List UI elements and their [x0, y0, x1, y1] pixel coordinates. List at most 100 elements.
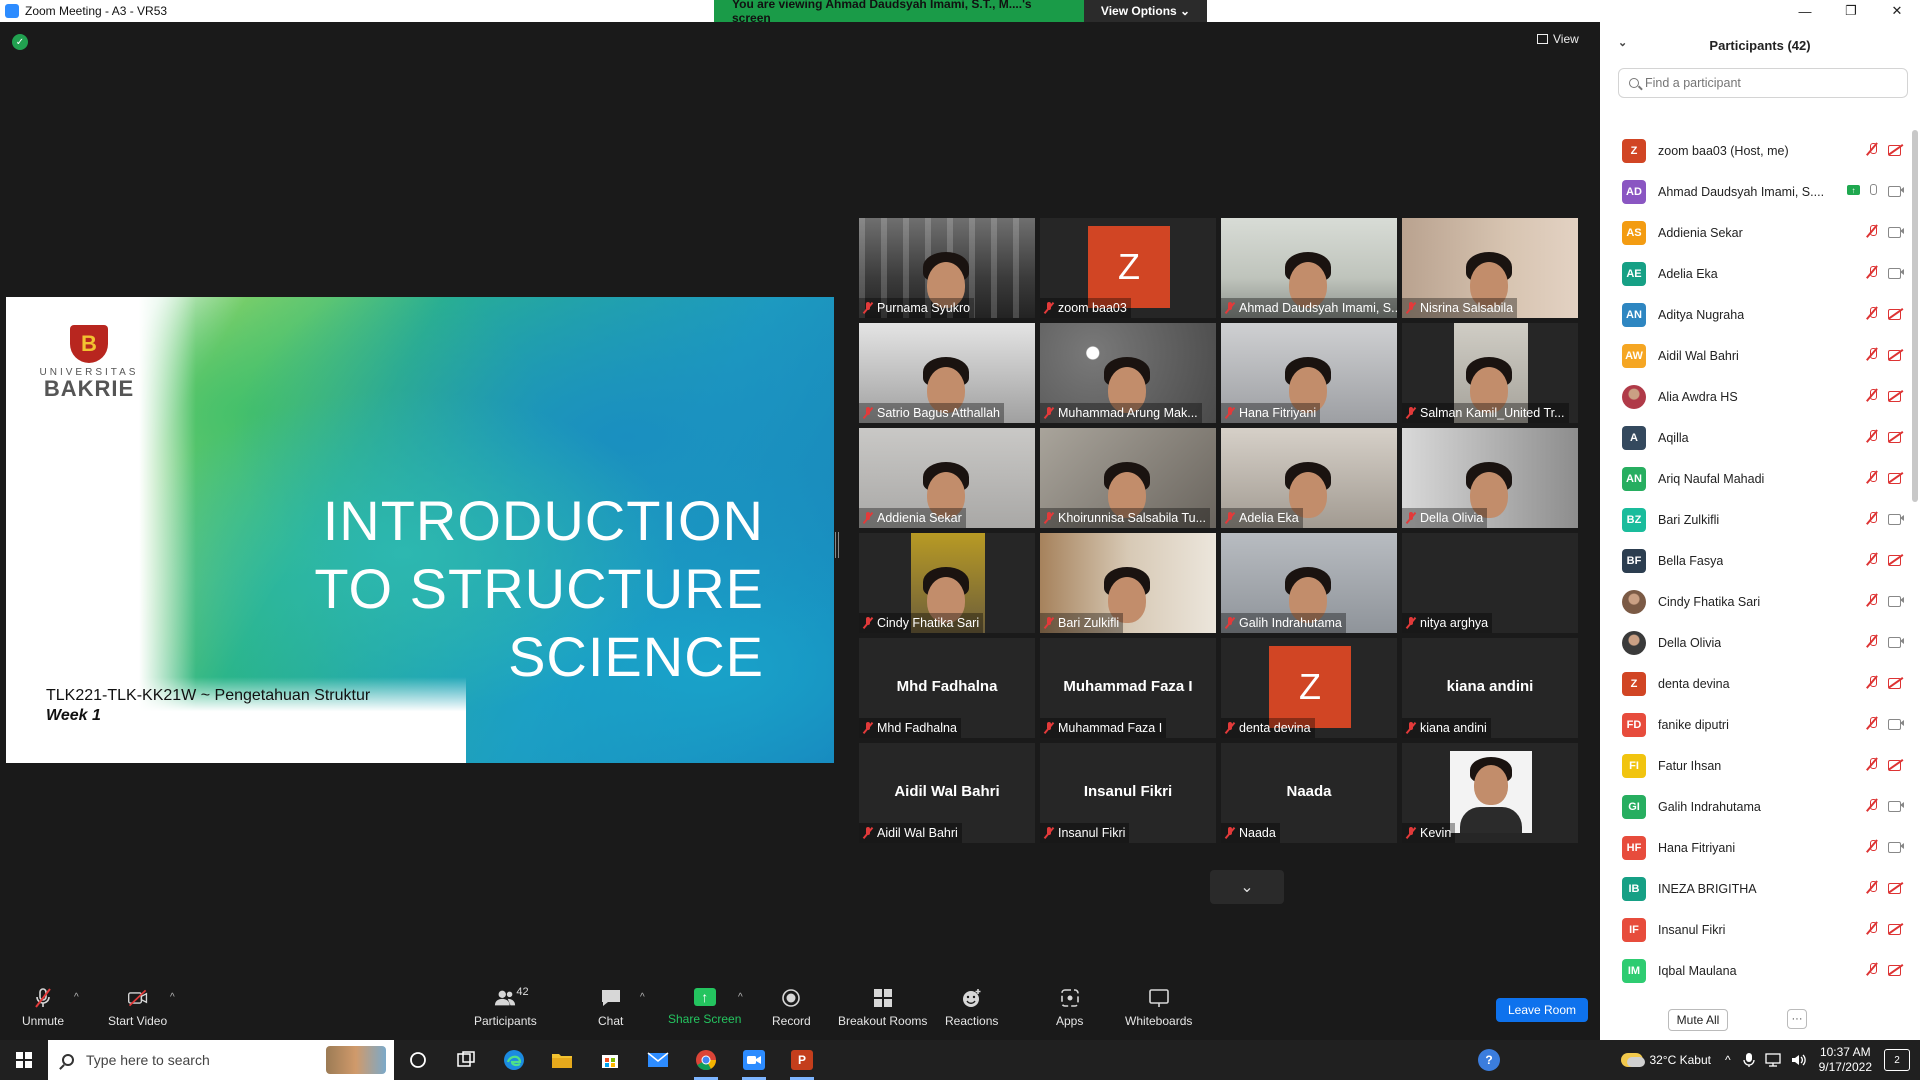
video-on-icon[interactable] — [1888, 595, 1904, 607]
participants-button[interactable]: 42 Participants — [474, 986, 537, 1028]
participant-row[interactable]: AN Aditya Nugraha — [1600, 294, 1904, 335]
video-off-icon[interactable] — [1888, 349, 1904, 361]
video-off-icon[interactable] — [1888, 390, 1904, 402]
video-tile[interactable]: Della Olivia — [1402, 428, 1578, 528]
taskbar-file-explorer[interactable] — [538, 1040, 586, 1080]
video-tile[interactable]: Galih Indrahutama — [1221, 533, 1397, 633]
start-video-button[interactable]: Start Video — [108, 988, 167, 1028]
video-tile[interactable]: kiana andini kiana andini — [1402, 638, 1578, 738]
more-options-button[interactable]: ··· — [1787, 1009, 1807, 1029]
microphone-tray-icon[interactable] — [1742, 1052, 1755, 1068]
video-tile[interactable]: Purnama Syukro — [859, 218, 1035, 318]
split-divider-handle[interactable] — [835, 532, 839, 558]
whiteboards-button[interactable]: Whiteboards — [1125, 988, 1192, 1028]
participant-row[interactable]: Alia Awdra HS — [1600, 376, 1904, 417]
video-tile[interactable]: Bari Zulkifli — [1040, 533, 1216, 633]
mic-muted-icon[interactable] — [1866, 142, 1878, 156]
collapse-panel-icon[interactable]: ⌄ — [1618, 36, 1627, 49]
video-off-icon[interactable] — [1888, 923, 1904, 935]
video-tile[interactable]: Zzoom baa03 — [1040, 218, 1216, 318]
video-on-icon[interactable] — [1888, 718, 1904, 730]
video-tile[interactable]: Addienia Sekar — [859, 428, 1035, 528]
video-tile[interactable]: Muhammad Faza I Muhammad Faza I — [1040, 638, 1216, 738]
participant-row[interactable]: AE Adelia Eka — [1600, 253, 1904, 294]
tray-overflow-chevron[interactable]: ^ — [1725, 1053, 1731, 1067]
cortana-button[interactable] — [394, 1040, 442, 1080]
participant-row[interactable]: GI Galih Indrahutama — [1600, 786, 1904, 827]
apps-button[interactable]: Apps — [1056, 988, 1083, 1028]
start-button[interactable] — [0, 1040, 48, 1080]
video-tile[interactable]: Salman Kamil_United Tr... — [1402, 323, 1578, 423]
video-off-icon[interactable] — [1888, 472, 1904, 484]
mic-muted-icon[interactable] — [1866, 429, 1878, 443]
video-off-icon[interactable] — [1888, 431, 1904, 443]
mic-muted-icon[interactable] — [1866, 757, 1878, 771]
mute-all-button[interactable]: Mute All — [1668, 1009, 1728, 1031]
participant-row[interactable]: AW Aidil Wal Bahri — [1600, 335, 1904, 376]
video-off-icon[interactable] — [1888, 964, 1904, 976]
taskbar-store[interactable] — [586, 1040, 634, 1080]
encryption-shield-icon[interactable]: ✓ — [12, 34, 28, 50]
mic-on-icon[interactable] — [1866, 183, 1878, 197]
share-screen-button[interactable]: ↑ Share Screen — [668, 988, 741, 1026]
participant-row[interactable]: FI Fatur Ihsan — [1600, 745, 1904, 786]
taskbar-search[interactable]: Type here to search — [48, 1040, 394, 1080]
video-on-icon[interactable] — [1888, 800, 1904, 812]
video-tile[interactable]: nitya arghya — [1402, 533, 1578, 633]
mic-muted-icon[interactable] — [1866, 347, 1878, 361]
mic-muted-icon[interactable] — [1866, 265, 1878, 279]
participant-row[interactable]: IM Iqbal Maulana — [1600, 950, 1904, 991]
video-off-icon[interactable] — [1888, 882, 1904, 894]
taskbar-clock[interactable]: 10:37 AM 9/17/2022 — [1819, 1045, 1872, 1075]
video-tile[interactable]: Aidil Wal Bahri Aidil Wal Bahri — [859, 743, 1035, 843]
video-options-caret[interactable]: ^ — [170, 992, 175, 1003]
chat-button[interactable]: Chat — [598, 988, 623, 1028]
leave-room-button[interactable]: Leave Room — [1496, 998, 1588, 1022]
mic-muted-icon[interactable] — [1866, 552, 1878, 566]
participant-row[interactable]: HF Hana Fitriyani — [1600, 827, 1904, 868]
participant-list-scrollbar[interactable] — [1912, 130, 1918, 502]
participant-row[interactable]: BZ Bari Zulkifli — [1600, 499, 1904, 540]
video-off-icon[interactable] — [1888, 677, 1904, 689]
mic-muted-icon[interactable] — [1866, 388, 1878, 402]
network-icon[interactable] — [1764, 1053, 1781, 1067]
participant-row[interactable]: Zdenta devina — [1600, 663, 1904, 704]
participant-row[interactable]: IF Insanul Fikri — [1600, 909, 1904, 950]
restore-button[interactable]: ❐ — [1828, 0, 1874, 22]
video-tile[interactable]: Satrio Bagus Atthallah — [859, 323, 1035, 423]
mic-muted-icon[interactable] — [1866, 839, 1878, 853]
video-tile[interactable]: Hana Fitriyani — [1221, 323, 1397, 423]
mic-muted-icon[interactable] — [1866, 511, 1878, 525]
participant-row[interactable]: Zzoom baa03 (Host, me) — [1600, 130, 1904, 171]
participant-row[interactable]: IB INEZA BRIGITHA — [1600, 868, 1904, 909]
video-on-icon[interactable] — [1888, 636, 1904, 648]
participant-search-input[interactable] — [1645, 76, 1865, 90]
taskbar-zoom[interactable] — [730, 1040, 778, 1080]
mic-muted-icon[interactable] — [1866, 593, 1878, 607]
share-options-caret[interactable]: ^ — [738, 992, 743, 1003]
video-tile[interactable]: Nisrina Salsabila — [1402, 218, 1578, 318]
mic-muted-icon[interactable] — [1866, 798, 1878, 812]
participant-row[interactable]: BF Bella Fasya — [1600, 540, 1904, 581]
video-on-icon[interactable] — [1888, 226, 1904, 238]
video-tile[interactable]: Kevin — [1402, 743, 1578, 843]
mic-muted-icon[interactable] — [1866, 716, 1878, 730]
video-off-icon[interactable] — [1888, 308, 1904, 320]
participant-row[interactable]: AD Ahmad Daudsyah Imami, S.... ↑ — [1600, 171, 1904, 212]
minimize-button[interactable]: — — [1782, 0, 1828, 22]
mic-muted-icon[interactable] — [1866, 470, 1878, 484]
video-tile[interactable]: Zdenta devina — [1221, 638, 1397, 738]
participant-row[interactable]: AN Ariq Naufal Mahadi — [1600, 458, 1904, 499]
weather-text[interactable]: 32°C Kabut — [1649, 1053, 1711, 1067]
record-button[interactable]: Record — [772, 988, 811, 1028]
video-on-icon[interactable] — [1888, 185, 1904, 197]
task-view-button[interactable] — [442, 1040, 490, 1080]
video-tile[interactable]: Naada Naada — [1221, 743, 1397, 843]
video-tile[interactable]: Insanul Fikri Insanul Fikri — [1040, 743, 1216, 843]
video-on-icon[interactable] — [1888, 513, 1904, 525]
video-off-icon[interactable] — [1888, 554, 1904, 566]
participant-row[interactable]: Cindy Fhatika Sari — [1600, 581, 1904, 622]
video-tile[interactable]: Muhammad Arung Mak... — [1040, 323, 1216, 423]
taskbar-chrome[interactable] — [682, 1040, 730, 1080]
video-tile[interactable]: Khoirunnisa Salsabila Tu... — [1040, 428, 1216, 528]
